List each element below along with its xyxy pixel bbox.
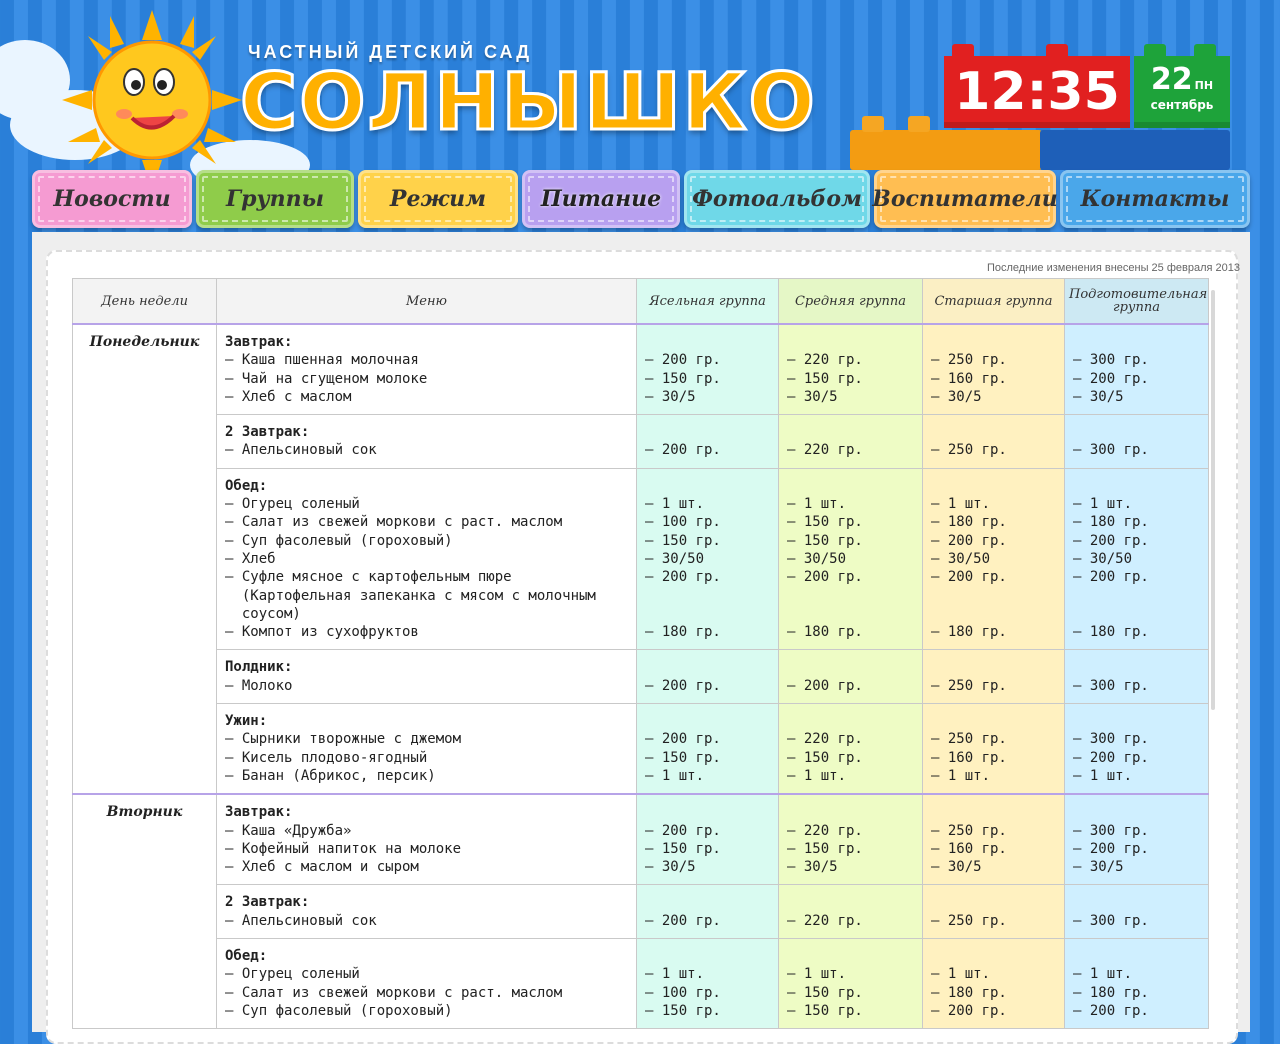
portion-cell: – 300 гр. bbox=[1064, 884, 1209, 940]
col-nursery: Ясельная группа bbox=[636, 278, 779, 325]
meal-cell: Обед: – Огурец соленый – Салат из свежей … bbox=[216, 938, 637, 1030]
meal-title: 2 Завтрак: bbox=[225, 894, 310, 911]
portion-cell: – 1 шт. – 100 гр. – 150 гр. – 30/50 – 20… bbox=[636, 467, 779, 651]
portion-cell: – 200 гр. – 150 гр. – 30/5 bbox=[636, 793, 779, 886]
table-row: Обед: – Огурец соленый – Салат из свежей … bbox=[73, 938, 1209, 1030]
meal-items: – Каша «Дружба» – Кофейный напиток на мо… bbox=[225, 822, 462, 876]
nav-photo[interactable]: Фотоальбом bbox=[684, 170, 870, 228]
meal-items: – Молоко bbox=[225, 677, 293, 694]
portion-cell: – 1 шт. – 100 гр. – 150 гр. bbox=[636, 938, 779, 1030]
meal-cell: Обед: – Огурец соленый – Салат из свежей … bbox=[216, 467, 637, 651]
table-row: Понедельник Завтрак: – Каша пшенная молочн… bbox=[72, 322, 1209, 795]
date-weekday: ПН bbox=[1194, 79, 1214, 92]
portion-cell: – 200 гр. bbox=[778, 649, 923, 705]
nav-schedule-label: Режим bbox=[389, 186, 487, 212]
nav-teachers[interactable]: Воспитатели bbox=[872, 170, 1058, 228]
table-row: 2 Завтрак: – Апельсиновый сок – 200 гр. –… bbox=[73, 884, 1209, 940]
clock-time: 12:35 bbox=[944, 56, 1130, 128]
portion-cell: – 200 гр. – 150 гр. – 30/5 bbox=[636, 323, 779, 416]
col-senior: Старшая группа bbox=[922, 278, 1065, 325]
portion-cell: – 220 гр. – 150 гр. – 30/5 bbox=[778, 323, 923, 416]
portion-cell: – 220 гр. bbox=[778, 884, 923, 940]
portion-cell: – 250 гр. – 160 гр. – 30/5 bbox=[922, 793, 1065, 886]
col-middle: Средняя группа bbox=[778, 278, 923, 325]
portion-cell: – 1 шт. – 150 гр. – 150 гр. bbox=[778, 938, 923, 1030]
meal-items: – Апельсиновый сок bbox=[225, 442, 377, 459]
meal-items: – Огурец соленый – Салат из свежей морко… bbox=[225, 496, 596, 641]
day-cell: Понедельник bbox=[72, 322, 217, 795]
table-header-row: День недели Меню Ясельная группа Средняя… bbox=[72, 278, 1209, 325]
nav-news[interactable]: Новости bbox=[32, 170, 192, 228]
portion-cell: – 200 гр. – 150 гр. – 1 шт. bbox=[636, 703, 779, 795]
nav-photo-label: Фотоальбом bbox=[692, 186, 862, 212]
portion-cell: – 300 гр. bbox=[1064, 649, 1209, 705]
meal-title: Обед: bbox=[225, 948, 268, 965]
portion-cell: – 1 шт. – 180 гр. – 200 гр. – 30/50 – 20… bbox=[922, 467, 1065, 651]
main-nav: Новости Группы Режим Питание Фотоальбом … bbox=[32, 170, 1250, 230]
meal-cell: Завтрак: – Каша пшенная молочная – Чай на… bbox=[216, 323, 637, 416]
menu-body: Понедельник Завтрак: – Каша пшенная молочн… bbox=[72, 322, 1209, 1030]
col-menu: Меню bbox=[216, 278, 637, 325]
portion-cell: – 300 гр. bbox=[1064, 414, 1209, 469]
portion-cell: – 300 гр. – 200 гр. – 30/5 bbox=[1064, 793, 1209, 886]
nav-news-label: Новости bbox=[53, 186, 171, 212]
meal-cell: Завтрак: – Каша «Дружба» – Кофейный напит… bbox=[216, 793, 637, 886]
portion-cell: – 250 гр. – 160 гр. – 1 шт. bbox=[922, 703, 1065, 795]
menu-table: День недели Меню Ясельная группа Средняя… bbox=[72, 278, 1209, 1030]
meal-title: Завтрак: bbox=[225, 334, 293, 350]
last-updated: Последние изменения внесены 25 февраля 2… bbox=[986, 262, 1240, 274]
day-cell: Вторник bbox=[72, 793, 217, 1030]
portion-cell: – 220 гр. bbox=[778, 414, 923, 469]
col-preparatory: Подготовительная группа bbox=[1064, 278, 1209, 325]
portion-cell: – 250 гр. bbox=[922, 884, 1065, 940]
nav-groups[interactable]: Группы bbox=[196, 170, 354, 228]
portion-cell: – 1 шт. – 180 гр. – 200 гр. – 30/50 – 20… bbox=[1064, 467, 1209, 651]
portion-cell: – 200 гр. bbox=[636, 414, 779, 469]
portion-cell: – 200 гр. bbox=[636, 884, 779, 940]
date-badge: 22 ПН сентябрь bbox=[1134, 56, 1230, 128]
meal-items: – Сырники творожные с джемом – Кисель пл… bbox=[225, 731, 462, 784]
meal-cell: Ужин: – Сырники творожные с джемом – Кисе… bbox=[216, 703, 637, 795]
table-row: Ужин: – Сырники творожные с джемом – Кисе… bbox=[73, 703, 1209, 795]
portion-cell: – 1 шт. – 180 гр. – 200 гр. bbox=[922, 938, 1065, 1030]
nav-food[interactable]: Питание bbox=[522, 170, 680, 228]
portion-cell: – 250 гр. bbox=[922, 414, 1065, 469]
meal-items: – Апельсиновый сок bbox=[225, 912, 377, 929]
portion-cell: – 1 шт. – 180 гр. – 200 гр. bbox=[1064, 938, 1209, 1030]
portion-cell: – 300 гр. – 200 гр. – 1 шт. bbox=[1064, 703, 1209, 795]
nav-teachers-label: Воспитатели bbox=[872, 186, 1058, 212]
meal-cell: 2 Завтрак: – Апельсиновый сок bbox=[216, 414, 637, 469]
nav-contacts-label: Контакты bbox=[1080, 186, 1230, 212]
meal-title: Ужин: bbox=[225, 713, 268, 730]
portion-cell: – 300 гр. – 200 гр. – 30/5 bbox=[1064, 323, 1209, 416]
meal-cell: 2 Завтрак: – Апельсиновый сок bbox=[216, 884, 637, 940]
meal-title: Завтрак: bbox=[225, 804, 293, 821]
nav-groups-label: Группы bbox=[225, 186, 325, 212]
portion-cell: – 250 гр. bbox=[922, 649, 1065, 705]
date-month: сентябрь bbox=[1150, 98, 1214, 112]
portion-cell: – 220 гр. – 150 гр. – 30/5 bbox=[778, 793, 923, 886]
portion-cell: – 250 гр. – 160 гр. – 30/5 bbox=[922, 323, 1065, 416]
table-row: Полдник: – Молоко – 200 гр. – 200 гр. – 2… bbox=[73, 649, 1209, 705]
meal-items: – Каша пшенная молочная – Чай на сгущено… bbox=[225, 352, 428, 405]
sun-logo[interactable] bbox=[62, 10, 242, 190]
nav-schedule[interactable]: Режим bbox=[358, 170, 518, 228]
table-row: Вторник Завтрак: – Каша «Дружба» – Кофейны… bbox=[72, 793, 1209, 1030]
col-day: День недели bbox=[72, 278, 217, 325]
table-row: Обед: – Огурец соленый – Салат из свежей … bbox=[73, 467, 1209, 651]
scrollbar[interactable] bbox=[1211, 290, 1215, 710]
table-row: 2 Завтрак: – Апельсиновый сок – 200 гр. –… bbox=[73, 414, 1209, 469]
portion-cell: – 1 шт. – 150 гр. – 150 гр. – 30/50 – 20… bbox=[778, 467, 923, 651]
brand-title[interactable]: СОЛНЫШКО bbox=[239, 57, 817, 150]
nav-contacts[interactable]: Контакты bbox=[1060, 170, 1250, 228]
meal-cell: Полдник: – Молоко bbox=[216, 649, 637, 705]
meal-items: – Огурец соленый – Салат из свежей морко… bbox=[225, 966, 563, 1019]
portion-cell: – 220 гр. – 150 гр. – 1 шт. bbox=[778, 703, 923, 795]
meal-title: Полдник: bbox=[225, 659, 293, 676]
meal-title: 2 Завтрак: bbox=[225, 424, 310, 441]
portion-cell: – 200 гр. bbox=[636, 649, 779, 705]
nav-food-label: Питание bbox=[540, 186, 662, 212]
meal-title: Обед: bbox=[225, 477, 268, 494]
date-day: 22 bbox=[1150, 62, 1193, 97]
